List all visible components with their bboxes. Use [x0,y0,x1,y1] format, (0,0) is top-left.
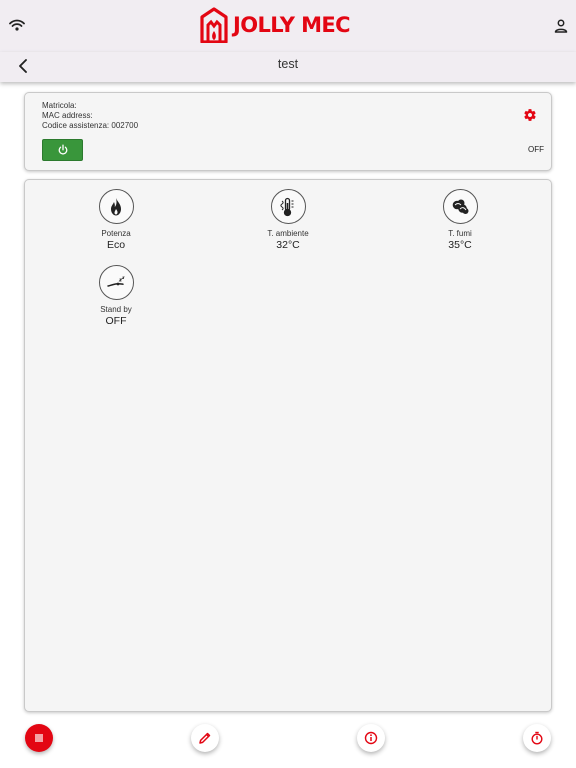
wifi-icon [9,19,25,31]
tile-t-ambiente[interactable]: T. ambiente 32°C [218,189,358,251]
tile-value: OFF [105,315,127,327]
tile-potenza[interactable]: Potenza Eco [46,189,186,251]
tile-label: T. fumi [448,229,472,238]
device-info-card: Matricola: MAC address: Codice assistenz… [24,92,552,171]
info-button[interactable] [357,724,385,752]
gear-icon[interactable] [523,108,537,122]
tile-label: Stand by [100,305,132,314]
top-bar: JOLLY MEC [0,0,576,52]
parameters-card: Potenza Eco T. ambiente 32°C T. fumi 35°… [24,179,552,712]
smoke-icon [442,189,478,224]
timer-icon [531,731,543,745]
tile-label: T. ambiente [267,229,309,238]
device-info: Matricola: MAC address: Codice assistenz… [42,101,138,131]
nav-bar: test [0,52,576,82]
standby-icon [98,265,134,300]
edit-icon [199,732,211,744]
tile-value: 35°C [448,239,472,251]
flame-icon [98,189,134,224]
mac-address-label: MAC address: [42,111,93,120]
tile-stand-by[interactable]: Stand by OFF [46,265,186,327]
tile-label: Potenza [101,229,131,238]
user-icon[interactable] [553,18,569,34]
matricola-label: Matricola: [42,101,77,110]
power-state: OFF [528,145,544,154]
power-button[interactable] [42,139,83,161]
menu-icon [35,734,43,742]
edit-button[interactable] [191,724,219,752]
info-icon [364,731,378,745]
thermometer-icon [270,189,306,224]
codice-assistenza: Codice assistenza: 002700 [42,121,139,130]
brand-logo: JOLLY MEC [199,6,351,44]
timer-button[interactable] [523,724,551,752]
tile-value: 32°C [276,239,300,251]
brand-name: JOLLY MEC [233,13,351,37]
page-title: test [277,57,299,71]
tile-value: Eco [106,239,126,251]
fireplace-logo-icon [200,7,228,43]
menu-button[interactable] [25,724,53,752]
power-icon [58,144,67,155]
tile-t-fumi[interactable]: T. fumi 35°C [390,189,530,251]
